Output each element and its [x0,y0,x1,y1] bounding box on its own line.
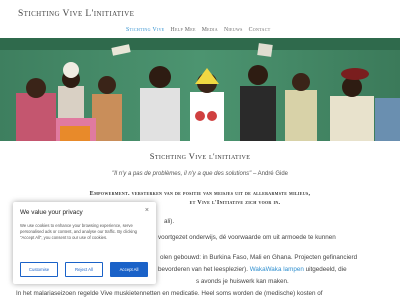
site-title[interactable]: Stichting Vive L'initiative [18,9,134,19]
paragraph-line: s avonds je huiswerk kan maken. [196,278,289,285]
close-icon[interactable]: × [145,207,149,214]
quote: "Il n'y a pas de problèmes, il n'y a que… [0,171,400,177]
reject-all-button[interactable]: Reject All [65,262,103,277]
accept-all-button[interactable]: Accept All [110,262,148,277]
nav-item-contact[interactable]: Contact [249,27,271,33]
paragraph-text: bevorderen van het leesplezier). [158,266,250,273]
group-photo-of-girls [0,38,400,141]
paragraph-line: ali). [164,218,175,225]
paragraph-line: In het malariaseizoen regelde Vive muski… [16,290,323,297]
cookie-title: We value your privacy [20,209,83,216]
nav-item-media[interactable]: Media [202,27,218,33]
mission-line-1: Empowerment. versterken van de positie v… [89,190,311,197]
hero-photo [0,38,400,141]
nav-item-stichting-vive[interactable]: Stichting Vive [126,27,165,33]
quote-text: "Il n'y a pas de problèmes, il n'y a que… [112,171,252,177]
paragraph-text: uitgedeeld, die [303,266,347,273]
page-title: Stichting Vive l'initiative [149,151,251,161]
paragraph-line: olen gebouwd: in Burkina Faso, Mali en G… [160,254,358,261]
site-header: Stichting Vive L'initiative Stichting Vi… [0,0,400,38]
nav-item-help-mee[interactable]: Help Mee [171,27,196,33]
paragraph-line: voortgezet onderwijs, dé voorwaarde om u… [158,234,336,241]
customise-button[interactable]: Customise [20,262,58,277]
cookie-description: We use cookies to enhance your browsing … [20,223,138,241]
main-nav: Stichting Vive Help Mee Media Nieuws Con… [126,27,270,33]
nav-item-nieuws[interactable]: Nieuws [224,27,243,33]
paragraph-line: bevorderen van het leesplezier). WakaWak… [158,265,392,274]
cookie-consent-dialog: We value your privacy × We use cookies t… [13,202,156,284]
wakawaka-link[interactable]: WakaWaka lampen [250,266,304,273]
quote-author: – André Gide [251,171,288,177]
